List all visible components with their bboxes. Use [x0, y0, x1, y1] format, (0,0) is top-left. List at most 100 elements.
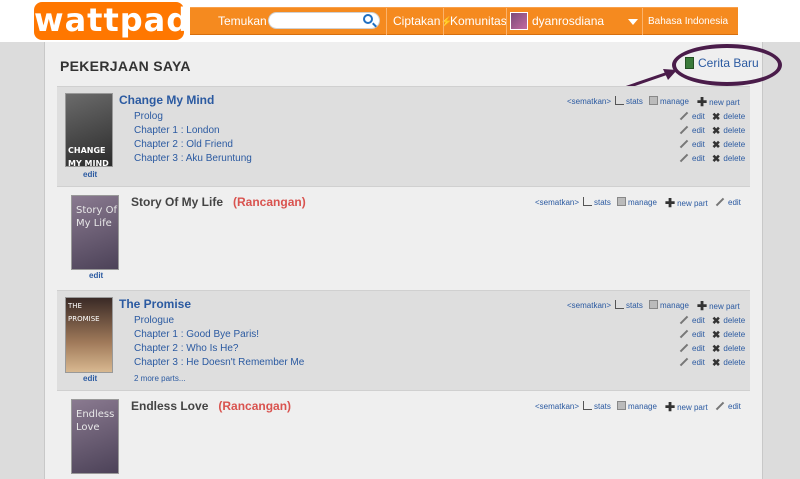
manage-label: manage — [628, 402, 657, 411]
create-label: Ciptakan — [393, 14, 441, 28]
stats-link[interactable]: stats — [583, 197, 611, 207]
part-link[interactable]: Chapter 1 : London — [134, 125, 220, 136]
embed-link[interactable]: <sematkan> — [535, 402, 579, 411]
embed-link[interactable]: <sematkan> — [567, 301, 611, 310]
part-edit-link[interactable]: edit — [679, 139, 705, 149]
search-icon[interactable] — [363, 14, 373, 24]
manage-link[interactable]: manage — [617, 401, 657, 411]
part-link[interactable]: Chapter 1 : Good Bye Paris! — [134, 329, 259, 340]
part-link[interactable]: Prolog — [134, 111, 163, 122]
part-link[interactable]: Chapter 3 : Aku Beruntung — [134, 153, 252, 164]
more-parts-link[interactable]: 2 more parts... — [134, 374, 186, 383]
stats-icon — [615, 300, 624, 309]
story-title[interactable]: Endless Love (Rancangan) — [131, 399, 291, 413]
manage-link[interactable]: manage — [649, 300, 689, 310]
part-edit-link[interactable]: edit — [679, 111, 705, 121]
part-delete-link[interactable]: ✖ delete — [712, 344, 745, 355]
delete-label: delete — [723, 330, 746, 339]
search-input[interactable] — [268, 12, 380, 29]
top-bar: wattpad Temukan Ciptakan⚡ Komunitas dyan… — [0, 0, 800, 42]
part-delete-link[interactable]: ✖ delete — [712, 358, 745, 369]
stats-icon — [615, 96, 624, 105]
new-part-link[interactable]: ✚ new part — [697, 95, 740, 109]
part-edit-link[interactable]: edit — [679, 343, 705, 353]
community-menu[interactable]: Komunitas — [450, 8, 507, 35]
story-title[interactable]: Story Of My Life (Rancangan) — [131, 195, 306, 209]
story-item-the-promise: THE PROMISE edit The Promise <sematkan> … — [57, 290, 750, 390]
wattpad-logo[interactable]: wattpad — [34, 2, 189, 40]
part-delete-link[interactable]: ✖ delete — [712, 316, 745, 327]
nav-divider — [506, 8, 507, 35]
edit-label: edit — [692, 358, 705, 367]
new-part-label: new part — [677, 403, 708, 412]
part-delete-link[interactable]: ✖ delete — [712, 112, 745, 123]
embed-link[interactable]: <sematkan> — [535, 198, 579, 207]
part-link[interactable]: Chapter 2 : Old Friend — [134, 139, 233, 150]
part-delete-link[interactable]: ✖ delete — [712, 330, 745, 341]
part-edit-link[interactable]: edit — [679, 329, 705, 339]
part-edit-link[interactable]: edit — [679, 357, 705, 367]
manage-link[interactable]: manage — [617, 197, 657, 207]
part-delete-link[interactable]: ✖ delete — [712, 126, 745, 137]
stats-link[interactable]: stats — [583, 401, 611, 411]
new-part-label: new part — [709, 98, 740, 107]
cover-edit-link[interactable]: edit — [89, 271, 103, 280]
draft-badge: (Rancangan) — [233, 195, 306, 209]
delete-label: delete — [723, 358, 746, 367]
part-link[interactable]: Prologue — [134, 315, 174, 326]
delete-label: delete — [723, 126, 746, 135]
new-part-label: new part — [709, 302, 740, 311]
part-link[interactable]: Chapter 3 : He Doesn't Remember Me — [134, 357, 304, 368]
story-edit-link[interactable]: edit — [715, 401, 741, 411]
edit-label: edit — [692, 140, 705, 149]
stats-link[interactable]: stats — [615, 300, 643, 310]
chevron-down-icon[interactable] — [628, 19, 638, 25]
part-edit-link[interactable]: edit — [679, 125, 705, 135]
story-title[interactable]: Change My Mind — [119, 93, 214, 107]
stats-label: stats — [626, 301, 643, 310]
story-cover[interactable]: Endless Love — [71, 399, 119, 474]
username[interactable]: dyanrosdiana — [532, 8, 604, 35]
edit-label: edit — [692, 154, 705, 163]
story-cover[interactable]: THE PROMISE — [65, 297, 113, 373]
delete-icon: ✖ — [712, 330, 721, 341]
story-cover[interactable]: Story Of My Life — [71, 195, 119, 270]
part-edit-link[interactable]: edit — [679, 153, 705, 163]
new-part-link[interactable]: ✚ new part — [665, 400, 708, 414]
new-part-link[interactable]: ✚ new part — [697, 299, 740, 313]
nav-divider — [443, 8, 444, 35]
avatar[interactable] — [510, 12, 528, 30]
stats-link[interactable]: stats — [615, 96, 643, 106]
manage-label: manage — [628, 198, 657, 207]
part-edit-link[interactable]: edit — [679, 315, 705, 325]
cover-title: CHANGE MY MIND — [68, 146, 109, 167]
part-delete-link[interactable]: ✖ delete — [712, 140, 745, 151]
story-edit-link[interactable]: edit — [715, 197, 741, 207]
stats-label: stats — [594, 198, 611, 207]
pencil-icon — [679, 139, 689, 149]
manage-icon — [649, 300, 658, 309]
part-delete-link[interactable]: ✖ delete — [712, 154, 745, 165]
plus-icon: ✚ — [697, 299, 708, 313]
story-cover[interactable]: CHANGE MY MIND — [65, 93, 113, 167]
pencil-icon — [679, 125, 689, 135]
new-part-link[interactable]: ✚ new part — [665, 196, 708, 210]
story-title[interactable]: The Promise — [119, 297, 191, 311]
story-item-change-my-mind: CHANGE MY MIND edit Change My Mind <sema… — [57, 86, 750, 186]
embed-link[interactable]: <sematkan> — [567, 97, 611, 106]
part-link[interactable]: Chapter 2 : Who Is He? — [134, 343, 239, 354]
pencil-icon — [679, 343, 689, 353]
cover-edit-link[interactable]: edit — [83, 170, 97, 179]
manage-link[interactable]: manage — [649, 96, 689, 106]
edit-label: edit — [728, 198, 741, 207]
delete-label: delete — [723, 154, 746, 163]
cover-edit-link[interactable]: edit — [83, 374, 97, 383]
pencil-icon — [679, 357, 689, 367]
new-story-button[interactable]: Cerita Baru — [685, 56, 759, 70]
cover-title: THE PROMISE — [68, 302, 100, 323]
cover-title: Endless Love — [76, 409, 115, 433]
language-selector[interactable]: Bahasa Indonesia — [648, 8, 728, 35]
stats-icon — [583, 401, 592, 410]
cover-title: Story Of My Life — [76, 205, 117, 229]
delete-label: delete — [723, 112, 746, 121]
